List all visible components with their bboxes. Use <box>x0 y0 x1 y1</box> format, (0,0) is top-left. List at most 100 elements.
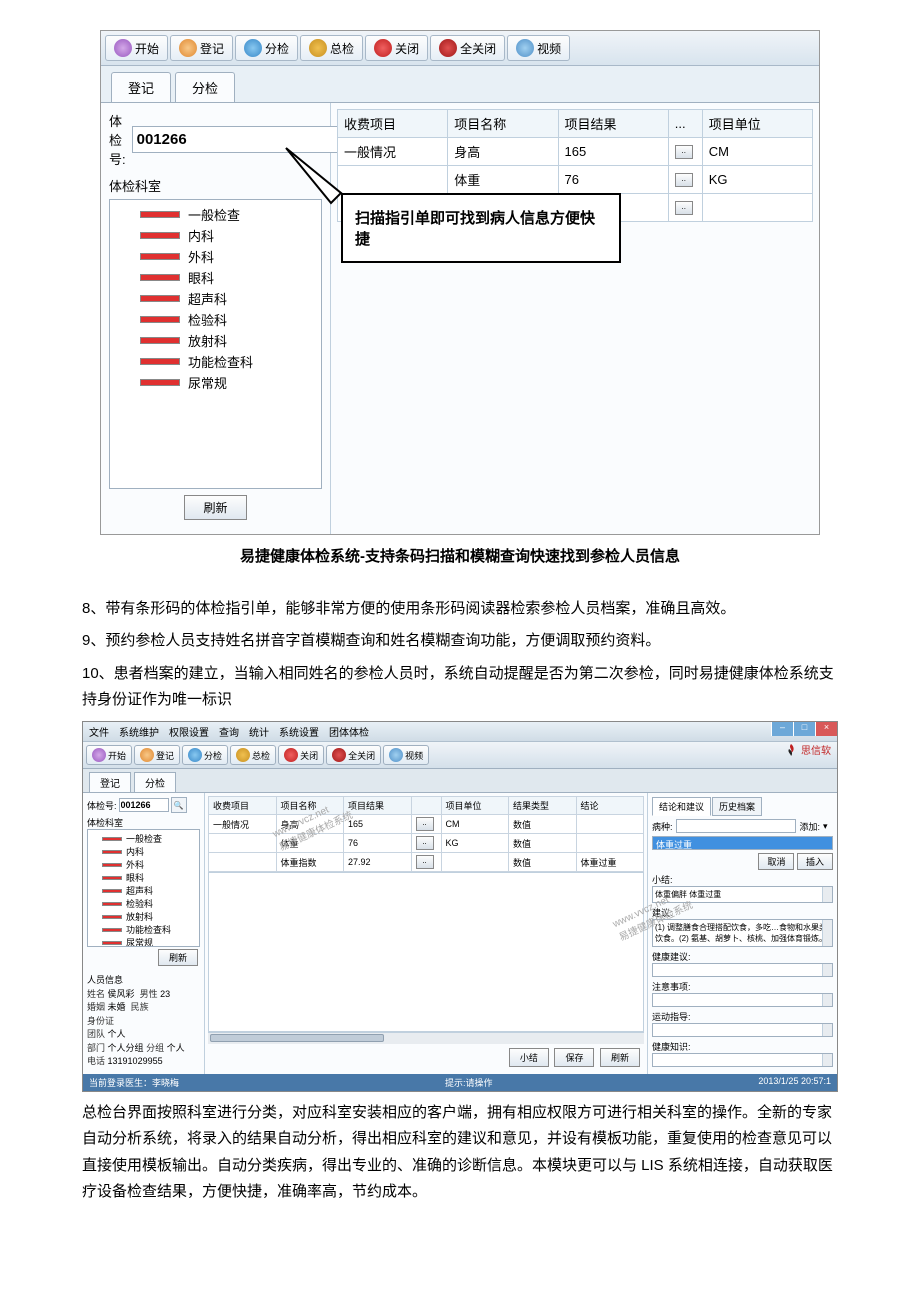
conclusion-input[interactable]: 体重过重 <box>652 836 833 850</box>
scrollbar-v[interactable] <box>822 964 832 976</box>
ellipsis-button[interactable]: .. <box>416 836 434 850</box>
disease-input[interactable] <box>676 819 797 833</box>
close-button-2[interactable]: 关闭 <box>278 745 324 765</box>
cell-btn[interactable]: .. <box>668 166 702 194</box>
dept-item[interactable]: 眼科 <box>140 267 317 288</box>
dept-item[interactable]: 检验科 <box>102 897 197 910</box>
cell-btn[interactable]: .. <box>411 853 441 872</box>
tab-history[interactable]: 历史档案 <box>712 797 762 816</box>
scrollbar-v[interactable] <box>822 887 832 902</box>
tab-fenjian[interactable]: 分检 <box>175 72 235 102</box>
dept-name: 尿常规 <box>188 373 227 392</box>
maximize-button[interactable]: □ <box>793 722 815 736</box>
refresh-button[interactable]: 刷新 <box>184 495 246 520</box>
exam-number-input-2[interactable] <box>119 798 169 812</box>
close-button[interactable]: 关闭 <box>365 35 428 61</box>
age-value: 23 <box>160 989 170 999</box>
menu-group-exam[interactable]: 团体体检 <box>329 724 369 739</box>
cell-btn[interactable]: .. <box>668 194 702 222</box>
col-item-name: 项目名称 <box>448 110 558 138</box>
scrollbar-v[interactable] <box>822 994 832 1006</box>
window-close-button[interactable]: × <box>815 722 837 736</box>
menu-sys-settings[interactable]: 系统设置 <box>279 724 319 739</box>
dept-item[interactable]: 内科 <box>102 845 197 858</box>
dept-item[interactable]: 超声科 <box>102 884 197 897</box>
scroll-thumb[interactable] <box>210 1034 384 1042</box>
menu-stats[interactable]: 统计 <box>249 724 269 739</box>
register-button-2[interactable]: 登记 <box>134 745 180 765</box>
zongjian-button[interactable]: 总检 <box>300 35 363 61</box>
zongjian-button-2[interactable]: 总检 <box>230 745 276 765</box>
ellipsis-button[interactable]: .. <box>675 173 693 187</box>
horizontal-scrollbar[interactable] <box>208 1032 644 1044</box>
fenjian-button[interactable]: 分检 <box>235 35 298 61</box>
dept-item[interactable]: 尿常规 <box>102 936 197 947</box>
start-button[interactable]: 开始 <box>105 35 168 61</box>
dept-item[interactable]: 放射科 <box>102 910 197 923</box>
health-advice-box[interactable] <box>652 963 833 977</box>
health-knowledge-box[interactable] <box>652 1053 833 1067</box>
ellipsis-button[interactable]: .. <box>416 855 434 869</box>
tab-fenjian-2[interactable]: 分检 <box>134 772 176 792</box>
save-button[interactable]: 保存 <box>554 1048 594 1067</box>
dept-item[interactable]: 放射科 <box>140 330 317 351</box>
register-button[interactable]: 登记 <box>170 35 233 61</box>
summary-box[interactable]: 体重偏胖 体重过重 <box>652 886 833 903</box>
video-button[interactable]: 视频 <box>507 35 570 61</box>
dept-item[interactable]: 功能检查科 <box>140 351 317 372</box>
tab-register[interactable]: 登记 <box>111 72 171 102</box>
advice-box[interactable]: (1) 调整膳食合理搭配饮食，多吃…食物和水果类饮食。(2) 氨基、胡萝卜、核桃… <box>652 919 833 947</box>
cancel-button[interactable]: 取消 <box>758 853 794 870</box>
dept-item[interactable]: 功能检查科 <box>102 923 197 936</box>
cell-btn[interactable]: .. <box>668 138 702 166</box>
close-all-button[interactable]: 全关闭 <box>430 35 505 61</box>
exercise-box[interactable] <box>652 1023 833 1037</box>
scrollbar-v[interactable] <box>822 920 832 946</box>
minimize-button[interactable]: – <box>771 722 793 736</box>
refresh-button-3[interactable]: 刷新 <box>600 1048 640 1067</box>
dept-item[interactable]: 一般检查 <box>102 832 197 845</box>
insert-button[interactable]: 插入 <box>797 853 833 870</box>
summary-button[interactable]: 小结 <box>509 1048 549 1067</box>
table-row[interactable]: 体重 76 .. KG <box>338 166 813 194</box>
cell-btn[interactable]: .. <box>411 815 441 834</box>
start-button-2[interactable]: 开始 <box>86 745 132 765</box>
table-row[interactable]: 一般情况 身高 165 .. CM <box>338 138 813 166</box>
register-label: 登记 <box>200 40 224 57</box>
scrollbar-v[interactable] <box>822 1054 832 1066</box>
dept-item[interactable]: 超声科 <box>140 288 317 309</box>
refresh-button-2[interactable]: 刷新 <box>158 949 198 966</box>
dept-status-bar <box>140 379 180 386</box>
zongjian-label: 总检 <box>330 40 354 57</box>
dept-item[interactable]: 内科 <box>140 225 317 246</box>
ellipsis-button[interactable]: .. <box>675 145 693 159</box>
menu-query[interactable]: 查询 <box>219 724 239 739</box>
tab-register-2[interactable]: 登记 <box>89 772 131 792</box>
grid-row[interactable]: 一般情况身高165..CM数值 <box>209 815 644 834</box>
grid-row[interactable]: 体重指数27.92..数值体重过重 <box>209 853 644 872</box>
dept-item[interactable]: 检验科 <box>140 309 317 330</box>
dept-item[interactable]: 眼科 <box>102 871 197 884</box>
dept-item[interactable]: 尿常规 <box>140 372 317 393</box>
ellipsis-button[interactable]: .. <box>416 817 434 831</box>
close-all-button-2[interactable]: 全关闭 <box>326 745 381 765</box>
precaution-box[interactable] <box>652 993 833 1007</box>
dept-item[interactable]: 外科 <box>102 858 197 871</box>
cell-unit: CM <box>702 138 812 166</box>
search-button-2[interactable]: 🔍 <box>171 797 187 813</box>
cell: 身高 <box>276 815 344 834</box>
vendor-logo: 思信软 <box>784 742 831 757</box>
cell-btn[interactable]: .. <box>411 834 441 853</box>
menu-file[interactable]: 文件 <box>89 724 109 739</box>
menu-sys-maint[interactable]: 系统维护 <box>119 724 159 739</box>
video-label: 视频 <box>537 40 561 57</box>
tab-conclusion[interactable]: 结论和建议 <box>652 797 711 816</box>
dept-name: 眼科 <box>188 268 214 287</box>
video-button-2[interactable]: 视频 <box>383 745 429 765</box>
menu-permission[interactable]: 权限设置 <box>169 724 209 739</box>
fenjian-button-2[interactable]: 分检 <box>182 745 228 765</box>
scrollbar-v[interactable] <box>822 1024 832 1036</box>
ellipsis-button[interactable]: .. <box>675 201 693 215</box>
dept-item[interactable]: 外科 <box>140 246 317 267</box>
grid-row[interactable]: 体重76..KG数值 <box>209 834 644 853</box>
